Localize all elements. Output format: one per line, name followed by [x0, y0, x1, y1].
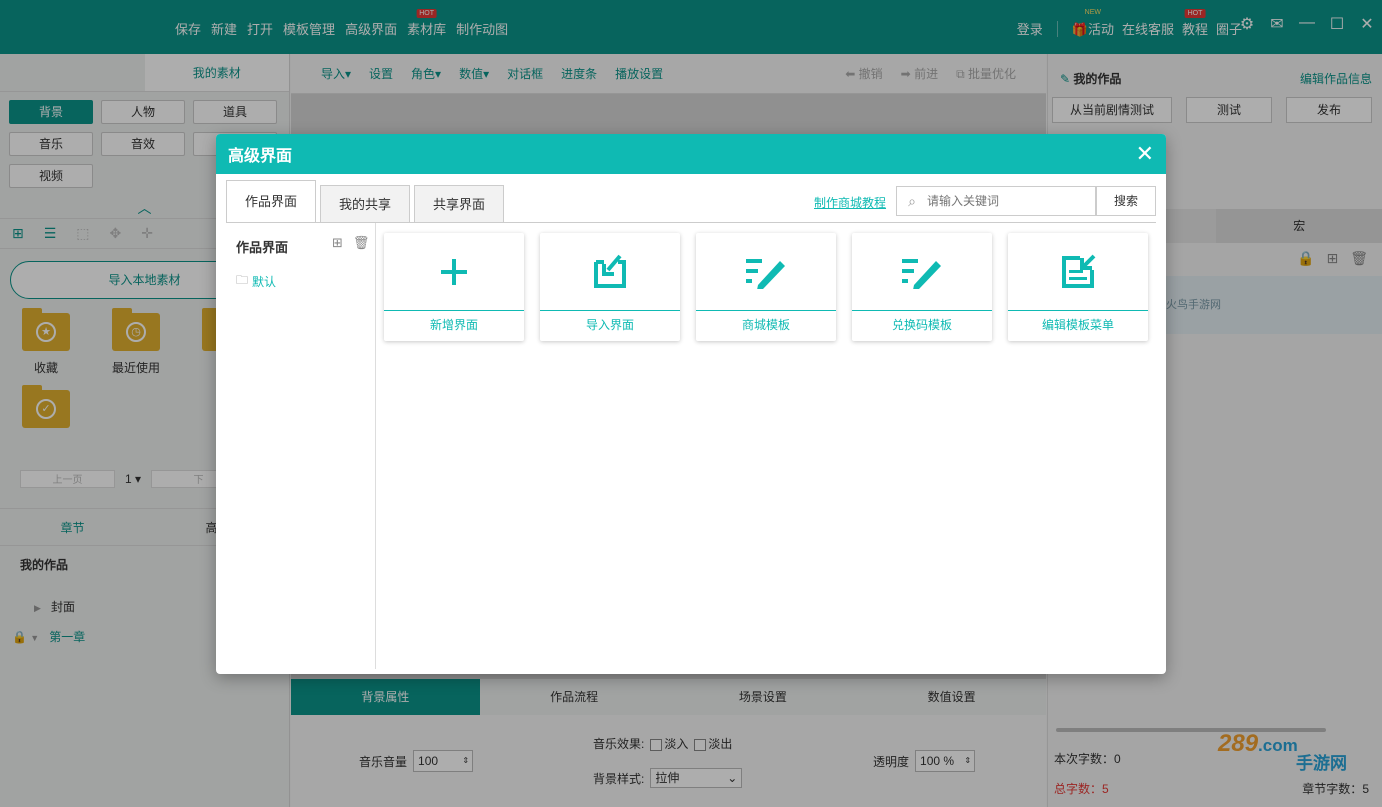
- template-cards: 新增界面 导入界面 商城模板 兑换码模板 编辑模板菜单: [384, 233, 1148, 341]
- add-folder-icon[interactable]: ⊞: [332, 235, 343, 251]
- folder-default-label: 默认: [252, 275, 277, 289]
- add-ui-card[interactable]: 新增界面: [384, 233, 524, 341]
- advanced-ui-dialog: 高级界面 ✕ 作品界面 我的共享 共享界面 制作商城教程 ⌕ 搜索 作品界面 ⊞…: [216, 134, 1166, 674]
- import-ui-card[interactable]: 导入界面: [540, 233, 680, 341]
- folder-outline-icon: 🗀: [236, 273, 249, 287]
- search-button[interactable]: 搜索: [1096, 186, 1156, 216]
- card-label: 兑换码模板: [891, 318, 952, 332]
- dialog-header: 高级界面 ✕: [216, 134, 1166, 174]
- shop-template-card[interactable]: 商城模板: [696, 233, 836, 341]
- search-box: ⌕: [896, 186, 1096, 216]
- search-input[interactable]: [927, 194, 1095, 208]
- card-label: 编辑模板菜单: [1041, 318, 1114, 332]
- tab-my-share[interactable]: 我的共享: [320, 185, 411, 222]
- dialog-sidebar: 作品界面 ⊞ 🗑 🗀 默认: [226, 223, 376, 669]
- plus-icon: [384, 233, 524, 311]
- sidebar-icons: ⊞ 🗑: [332, 235, 369, 251]
- card-label: 新增界面: [429, 318, 478, 332]
- folder-default[interactable]: 🗀 默认: [236, 271, 276, 292]
- redeem-code-template-card[interactable]: 兑换码模板: [852, 233, 992, 341]
- close-icon[interactable]: ✕: [1136, 141, 1154, 167]
- card-label: 商城模板: [741, 318, 790, 332]
- edit-list-icon: [852, 233, 992, 311]
- trash-icon[interactable]: 🗑: [353, 235, 370, 251]
- search-icon: ⌕: [908, 192, 916, 209]
- sidebar-title: 作品界面: [236, 240, 289, 255]
- shop-tutorial-link[interactable]: 制作商城教程: [814, 194, 886, 211]
- edit-template-menu-card[interactable]: 编辑模板菜单: [1008, 233, 1148, 341]
- import-icon: [540, 233, 680, 311]
- card-label: 导入界面: [585, 318, 634, 332]
- tab-work-ui[interactable]: 作品界面: [226, 180, 317, 223]
- export-list-icon: [1008, 233, 1148, 311]
- tab-shared-ui[interactable]: 共享界面: [414, 185, 505, 222]
- dialog-title: 高级界面: [228, 148, 293, 165]
- dialog-tabs: 作品界面 我的共享 共享界面: [226, 180, 505, 223]
- edit-list-icon: [696, 233, 836, 311]
